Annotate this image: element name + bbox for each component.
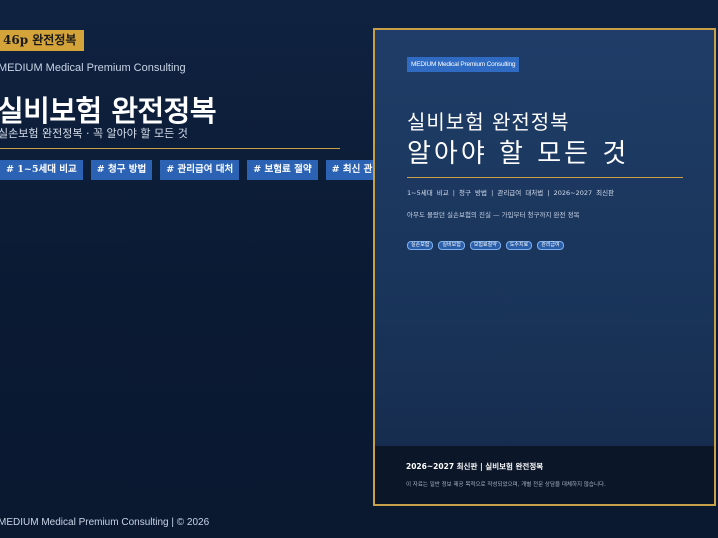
cover-chip-list: 실손보험 실비보험 보험료절약 도수치료 관리급여 <box>407 241 564 250</box>
tag-claim-method[interactable]: # 청구 방법 <box>90 160 153 180</box>
cover-meta: 1~5세대 비교 | 청구 방법 | 관리급여 대처법 | 2026~2027 … <box>407 189 615 197</box>
cover-title: 실비보험 완전정복 <box>407 110 570 134</box>
cover-chip: 실손보험 <box>407 241 434 250</box>
brand-name: MEDIUM Medical Premium Consulting <box>0 62 186 74</box>
page-count-badge: 46p 완전정복 <box>0 30 85 51</box>
cover-disclaimer: 이 자료는 일반 정보 제공 목적으로 작성되었으며, 개별 전문 상담을 대체… <box>406 482 606 488</box>
tag-list: # 1~5세대 비교 # 청구 방법 # 관리급여 대처 # 보험료 절약 # … <box>0 160 426 180</box>
tag-premium-saving[interactable]: # 보험료 절약 <box>247 160 318 180</box>
cover-edition-label: 2026~2027 최신판 | 실비보험 완전정복 <box>406 462 544 471</box>
cover-chip: 관리급여 <box>537 241 564 250</box>
cover-chip: 도수치료 <box>505 241 533 250</box>
page-title: 실비보험 완전정복 <box>0 94 217 128</box>
cover-brand-badge: MEDIUM Medical Premium Consulting <box>407 57 520 72</box>
divider <box>0 148 340 149</box>
tag-generation-compare[interactable]: # 1~5세대 비교 <box>0 160 83 180</box>
cover-description: 아무도 몰랐던 실손보험의 진실 — 가입부터 청구까지 완전 정복 <box>407 211 580 219</box>
book-cover: MEDIUM Medical Premium Consulting 실비보험 완… <box>373 28 716 506</box>
cover-divider <box>407 177 683 178</box>
cover-chip: 보험료절약 <box>469 241 501 250</box>
footer-text: MEDIUM Medical Premium Consulting | © 20… <box>0 517 210 528</box>
cover-footer-band: 2026~2027 최신판 | 실비보험 완전정복 이 자료는 일반 정보 제공… <box>375 446 714 504</box>
cover-subtitle: 알아야 할 모든 것 <box>407 139 630 169</box>
cover-chip: 실비보험 <box>438 241 465 250</box>
tag-managed-benefit[interactable]: # 관리급여 대처 <box>160 160 240 180</box>
page-subtitle: 실손보험 완전정복 · 꼭 알아야 할 모든 것 <box>0 127 188 140</box>
